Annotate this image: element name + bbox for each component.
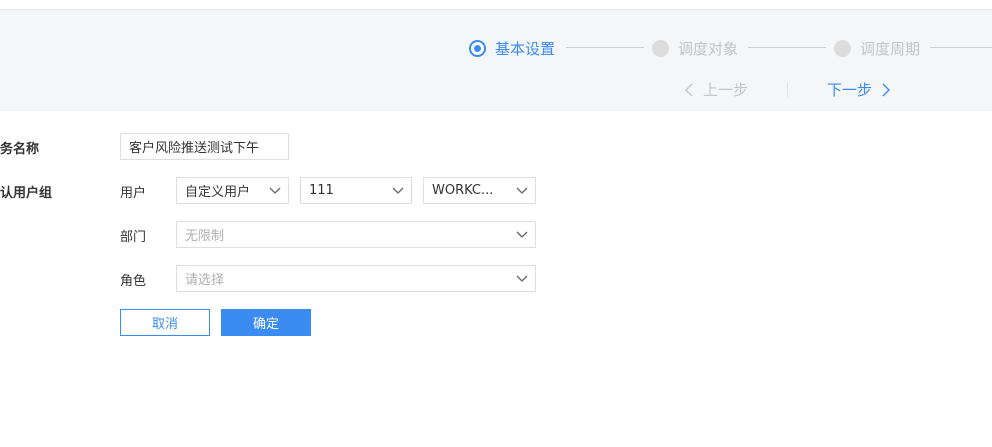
default-user-group-label: 默认用户组 xyxy=(0,186,53,201)
task-name-value: 客户风险推送测试下午 xyxy=(129,141,260,156)
top-bar xyxy=(0,0,992,10)
chevron-down-icon xyxy=(516,275,528,282)
step-connector xyxy=(566,47,644,48)
next-step-button[interactable]: 下一步 xyxy=(827,79,891,100)
step-active-icon xyxy=(469,39,486,57)
dept-label: 部门 xyxy=(120,230,147,245)
step-connector xyxy=(930,47,992,48)
step-label: 调度对象 xyxy=(678,39,739,58)
role-select[interactable]: 请选择 xyxy=(176,265,536,292)
step-schedule-period[interactable]: 调度周期 xyxy=(834,38,920,58)
dept-value: 无限制 xyxy=(185,229,225,244)
step-connector xyxy=(748,47,826,48)
step-schedule-target[interactable]: 调度对象 xyxy=(652,38,738,58)
task-name-label: 任务名称 xyxy=(0,142,40,157)
step-inactive-icon xyxy=(834,39,851,57)
cancel-button[interactable]: 取消 xyxy=(120,309,210,336)
user-type-select[interactable]: 自定义用户 xyxy=(176,177,289,204)
prev-step-button[interactable]: 上一步 xyxy=(684,79,748,100)
step-label: 基本设置 xyxy=(495,39,556,58)
steps-header: 基本设置 调度对象 调度周期 上一步 下一步 xyxy=(0,10,992,111)
next-step-label: 下一步 xyxy=(827,81,873,99)
user-id-select[interactable]: 111 xyxy=(300,177,412,204)
user-id-value: 111 xyxy=(309,183,334,198)
chevron-down-icon xyxy=(516,187,528,194)
user-label: 用户 xyxy=(120,186,147,201)
user-workc-select[interactable]: WORKC... xyxy=(423,177,536,204)
chevron-down-icon xyxy=(516,231,528,238)
prev-step-label: 上一步 xyxy=(703,81,749,99)
step-label: 调度周期 xyxy=(860,39,921,58)
step-inactive-icon xyxy=(652,39,669,57)
user-workc-value: WORKC... xyxy=(432,183,494,198)
chevron-down-icon xyxy=(392,187,404,194)
role-label: 角色 xyxy=(120,274,147,289)
chevron-right-icon xyxy=(882,83,891,96)
nav-divider xyxy=(787,83,788,97)
chevron-down-icon xyxy=(269,187,281,194)
task-name-input[interactable]: 客户风险推送测试下午 xyxy=(120,133,289,160)
confirm-button[interactable]: 确定 xyxy=(221,309,311,336)
step-basic-settings[interactable]: 基本设置 xyxy=(469,38,555,58)
chevron-left-icon xyxy=(685,83,693,96)
dept-select[interactable]: 无限制 xyxy=(176,221,536,248)
user-type-value: 自定义用户 xyxy=(185,185,251,200)
role-placeholder: 请选择 xyxy=(185,273,225,288)
